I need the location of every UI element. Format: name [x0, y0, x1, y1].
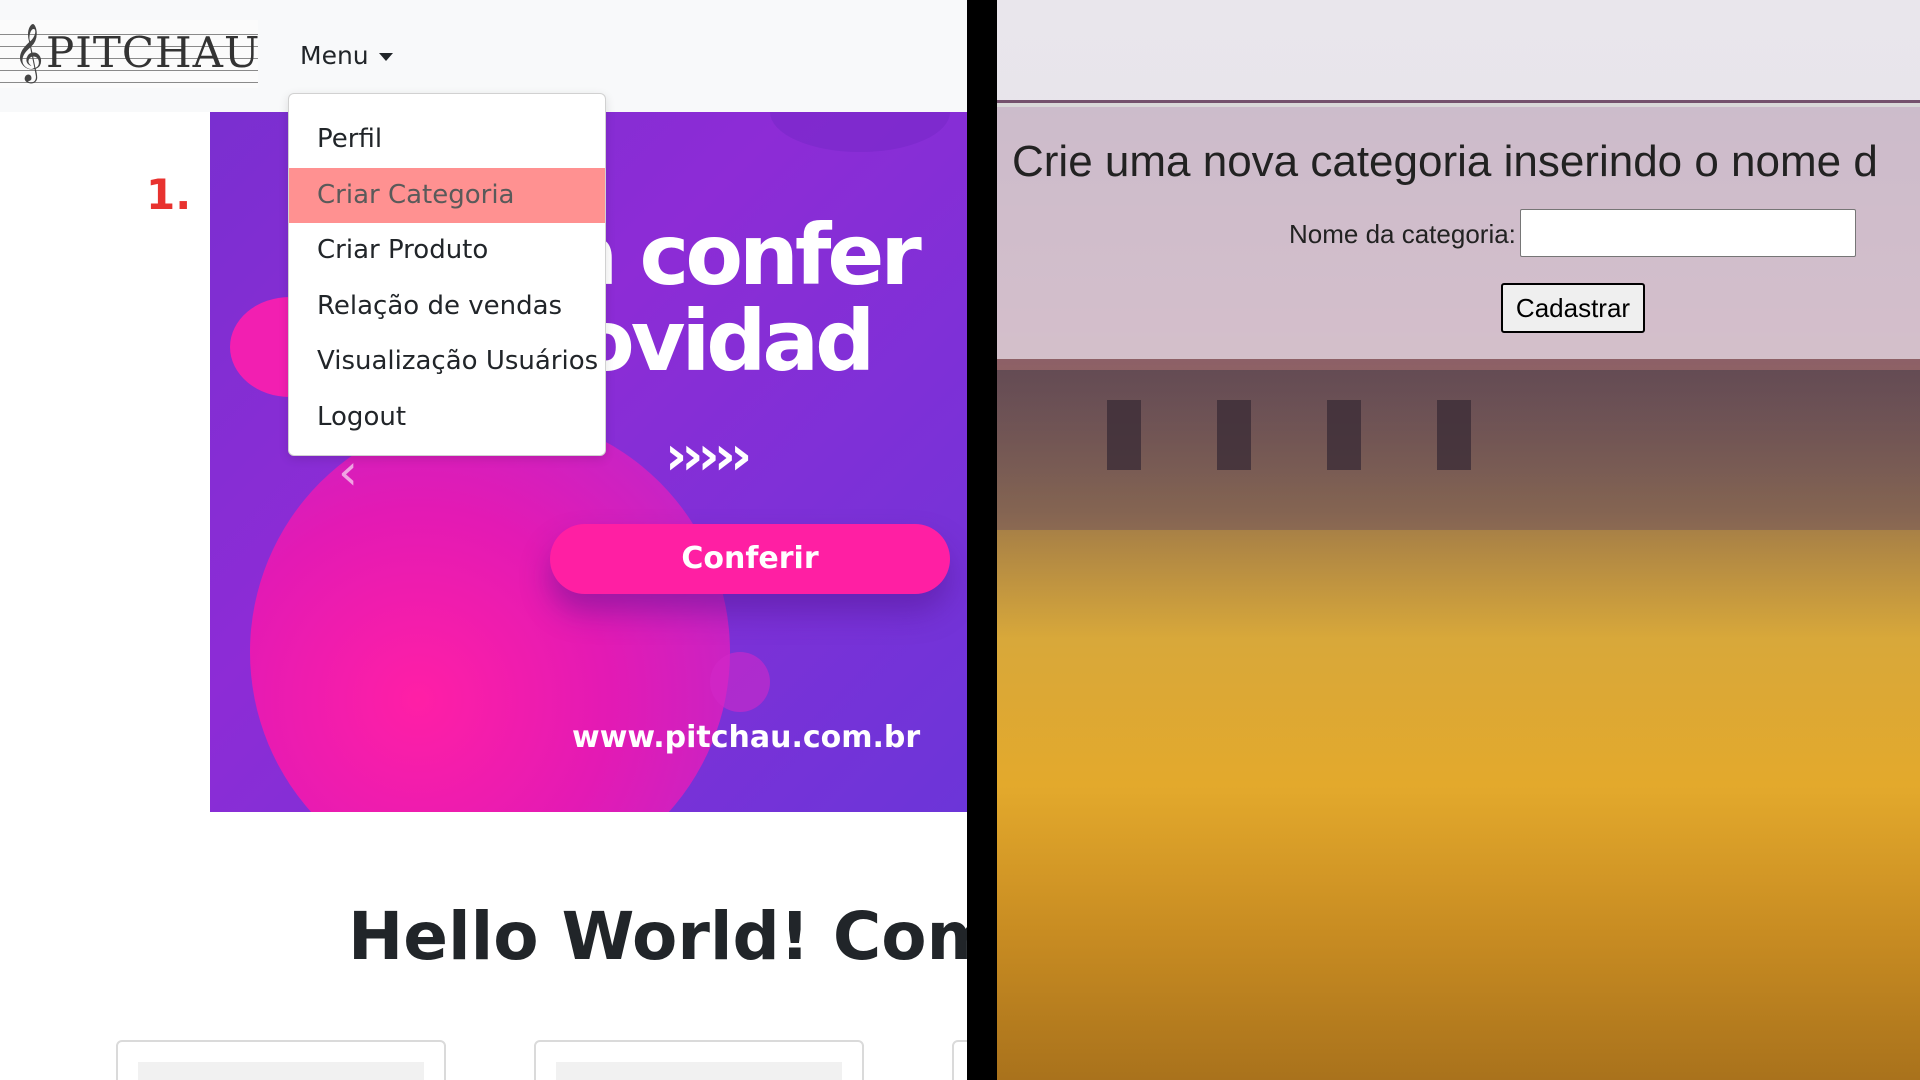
form-title: Crie uma nova categoria inserindo o nome…: [1012, 137, 1878, 186]
background-window: [1107, 400, 1141, 470]
banner-decoration: [710, 652, 770, 712]
menu-item-visualizacao-usuarios[interactable]: Visualização Usuários: [289, 334, 605, 390]
treble-clef-icon: 𝄞: [14, 23, 44, 81]
background-window: [1217, 400, 1251, 470]
cadastrar-button[interactable]: Cadastrar: [1501, 283, 1645, 333]
product-card[interactable]: [952, 1040, 967, 1080]
menu-dropdown-toggle[interactable]: Menu: [300, 36, 393, 76]
menu-dropdown: Perfil Criar Categoria Criar Produto Rel…: [288, 93, 606, 456]
caret-down-icon: [378, 53, 393, 61]
product-card[interactable]: [534, 1040, 864, 1080]
background-window: [1437, 400, 1471, 470]
category-form: Crie uma nova categoria inserindo o nome…: [997, 103, 1920, 359]
product-image: [556, 1062, 842, 1080]
logo-text: PITCHAU: [46, 28, 258, 77]
banner-decoration: [770, 112, 950, 152]
category-name-input[interactable]: [1520, 209, 1856, 257]
logo[interactable]: 𝄞 PITCHAU: [0, 20, 258, 88]
screenshot-divider: [967, 0, 997, 1080]
menu-label: Menu: [300, 41, 369, 70]
step-number-label: 1.: [146, 170, 192, 219]
page-heading: Hello World! Compr: [348, 898, 967, 975]
category-name-label: Nome da categoria:: [1289, 219, 1516, 249]
right-panel: Crie uma nova categoria inserindo o nome…: [997, 0, 1920, 1080]
conferir-button[interactable]: Conferir: [550, 524, 950, 594]
banner-arrows-icon: ›››››: [665, 424, 752, 487]
menu-item-logout[interactable]: Logout: [289, 390, 605, 446]
logo-staff-line: [0, 82, 258, 83]
left-panel: 𝄞 PITCHAU Menu nha confer s novidad ››››…: [0, 0, 967, 1080]
menu-item-criar-categoria[interactable]: Criar Categoria: [289, 167, 605, 223]
menu-item-perfil[interactable]: Perfil: [289, 112, 605, 168]
banner-url: www.pitchau.com.br: [572, 720, 921, 755]
product-image: [138, 1062, 424, 1080]
menu-item-relacao-vendas[interactable]: Relação de vendas: [289, 279, 605, 335]
menu-item-criar-produto[interactable]: Criar Produto: [289, 223, 605, 279]
background-window: [1327, 400, 1361, 470]
product-card[interactable]: [116, 1040, 446, 1080]
